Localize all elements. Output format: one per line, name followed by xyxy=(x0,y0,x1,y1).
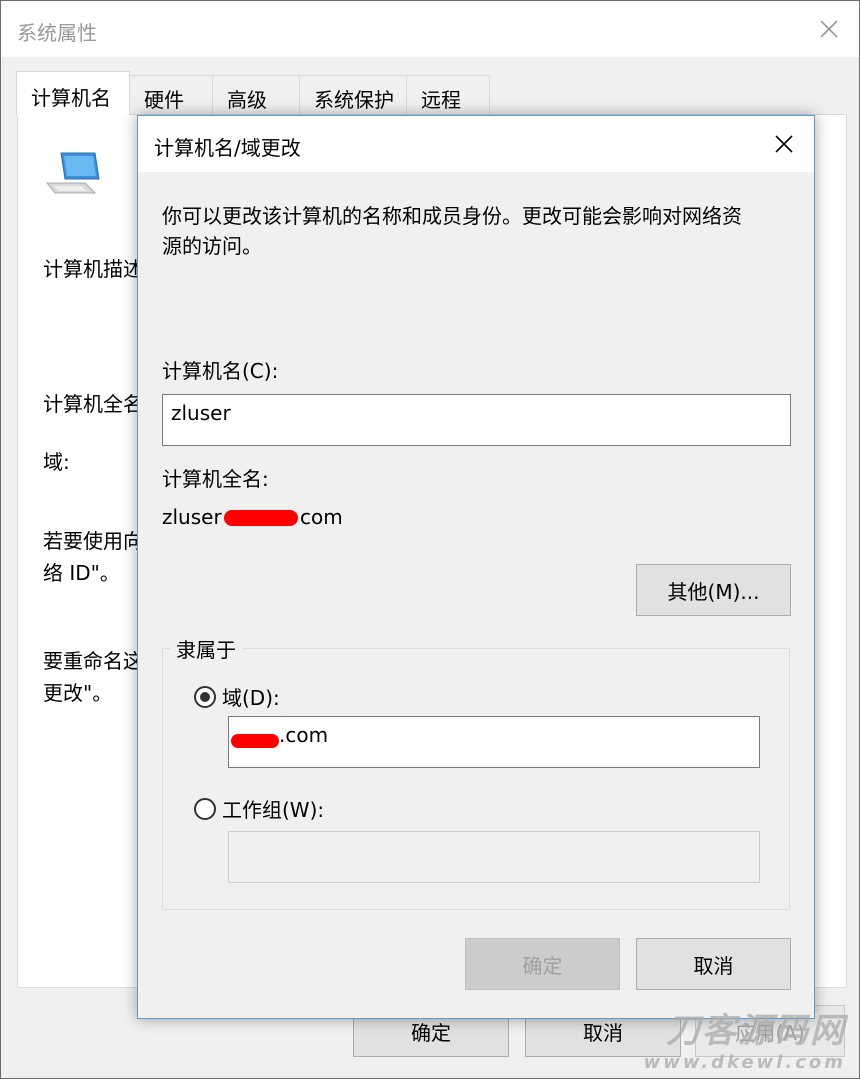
computer-name-label: 计算机名(C): xyxy=(162,359,279,383)
workgroup-input[interactable] xyxy=(228,831,760,883)
workgroup-radio-label: 工作组(W): xyxy=(222,798,325,822)
network-id-text-line2: 络 ID"。 xyxy=(43,561,120,585)
dialog-close-button[interactable] xyxy=(764,124,804,164)
window-close-button[interactable] xyxy=(809,9,849,49)
tab-advanced[interactable]: 高级 xyxy=(212,75,300,115)
full-name-prefix: zluser xyxy=(162,505,222,529)
network-id-text-line1: 若要使用向 xyxy=(43,529,137,553)
domain-radio[interactable] xyxy=(194,685,216,708)
window-title: 系统属性 xyxy=(17,21,97,45)
dialog-cancel-button[interactable]: 取消 xyxy=(636,938,791,990)
tab-hardware[interactable]: 硬件 xyxy=(129,75,213,115)
rename-text-line1: 要重命名这 xyxy=(43,649,137,673)
domain-radio-label: 域(D): xyxy=(222,686,280,710)
watermark-line2: www.dkewl.com xyxy=(643,1052,846,1073)
tab-system-protection[interactable]: 系统保护 xyxy=(299,75,407,115)
site-watermark: 刀客源码网 www.dkewl.com xyxy=(644,1003,846,1073)
full-name-value: zluser com xyxy=(162,502,362,534)
workgroup-radio[interactable] xyxy=(194,797,216,820)
computer-icon xyxy=(45,152,100,194)
computer-full-name-label: 计算机全名 xyxy=(43,392,137,416)
close-icon xyxy=(775,135,793,153)
redaction-mark xyxy=(231,734,279,748)
dialog-intro-line2: 源的访问。 xyxy=(162,234,262,258)
dialog-ok-button[interactable]: 确定 xyxy=(465,938,620,990)
domain-input[interactable]: .com xyxy=(228,716,760,768)
domain-radio-option[interactable]: 域(D): xyxy=(194,682,280,711)
rename-text-line2: 更改"。 xyxy=(43,681,113,705)
dialog-title: 计算机名/域更改 xyxy=(154,136,301,160)
radio-selected-dot xyxy=(200,691,210,702)
domain-label: 域: xyxy=(43,450,70,474)
tab-remote[interactable]: 远程 xyxy=(406,75,490,115)
close-icon xyxy=(820,20,838,38)
tab-strip: 计算机名 硬件 高级 系统保护 远程 xyxy=(16,71,490,115)
domain-value-suffix: .com xyxy=(279,723,329,747)
dialog-intro-line1: 你可以更改该计算机的名称和成员身份。更改可能会影响对网络资 xyxy=(162,204,742,228)
full-name-label: 计算机全名: xyxy=(162,467,269,491)
redaction-mark xyxy=(224,510,298,526)
watermark-line1: 刀客源码网 xyxy=(666,1011,846,1051)
computer-name-domain-dialog: 计算机名/域更改 你可以更改该计算机的名称和成员身份。更改可能会影响对网络资 源… xyxy=(137,115,815,1019)
workgroup-radio-option[interactable]: 工作组(W): xyxy=(194,794,324,823)
computer-name-input[interactable]: zluser xyxy=(162,394,791,446)
member-of-label: 隶属于 xyxy=(170,634,242,663)
system-properties-titlebar: 系统属性 xyxy=(1,1,859,57)
full-name-suffix: com xyxy=(300,505,343,529)
more-button[interactable]: 其他(M)... xyxy=(636,564,791,616)
tab-computer-name[interactable]: 计算机名 xyxy=(16,71,130,115)
dialog-titlebar: 计算机名/域更改 xyxy=(138,116,814,172)
computer-description-label: 计算机描述 xyxy=(43,257,137,281)
